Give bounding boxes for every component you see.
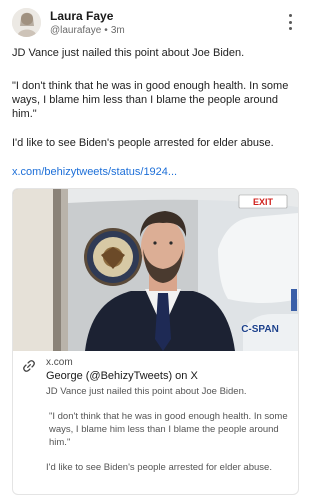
- link-description-line: JD Vance just nailed this point about Jo…: [46, 386, 247, 397]
- link-icon: [23, 360, 35, 372]
- link-preview-card[interactable]: EXIT C-SPAN x.com George (@BehizyTweets)…: [12, 188, 299, 495]
- post-paragraph: I'd like to see Biden's people arrested …: [12, 137, 274, 149]
- meta-separator: •: [104, 25, 108, 36]
- post-paragraph: JD Vance just nailed this point about Jo…: [12, 47, 245, 59]
- more-vertical-icon-dot: [288, 20, 292, 24]
- post-link[interactable]: x.com/behizytweets/status/1924...: [12, 165, 177, 179]
- author-name[interactable]: Laura Faye: [50, 9, 125, 23]
- author-block: Laura Faye @laurafaye • 3m: [50, 9, 125, 37]
- link-description-line: "I don't think that he was in good enoug…: [49, 411, 288, 448]
- author-handle[interactable]: @laurafaye: [50, 25, 101, 36]
- more-vertical-icon-dot: [288, 27, 292, 30]
- link-domain: x.com: [46, 357, 73, 368]
- exit-sign-text: EXIT: [253, 197, 274, 207]
- post-paragraph: "I don't think that he was in good enoug…: [12, 80, 289, 120]
- link-title: George (@BehizyTweets) on X: [46, 370, 198, 382]
- author-meta: @laurafaye • 3m: [50, 24, 125, 37]
- link-preview-image: EXIT C-SPAN: [13, 189, 298, 351]
- feed-post: Laura Faye @laurafaye • 3m JD Vance just n…: [0, 0, 310, 500]
- author-avatar[interactable]: [12, 8, 41, 37]
- more-options-button[interactable]: [284, 14, 296, 30]
- link-preview-info: x.com George (@BehizyTweets) on X JD Van…: [13, 351, 298, 494]
- post-time[interactable]: 3m: [111, 25, 125, 36]
- cspan-logo-text: C-SPAN: [241, 324, 279, 335]
- link-description: JD Vance just nailed this point about Jo…: [46, 385, 292, 474]
- avatar-photo: [12, 8, 41, 37]
- more-vertical-icon: [288, 14, 292, 17]
- link-description-line: I'd like to see Biden's people arrested …: [46, 462, 272, 473]
